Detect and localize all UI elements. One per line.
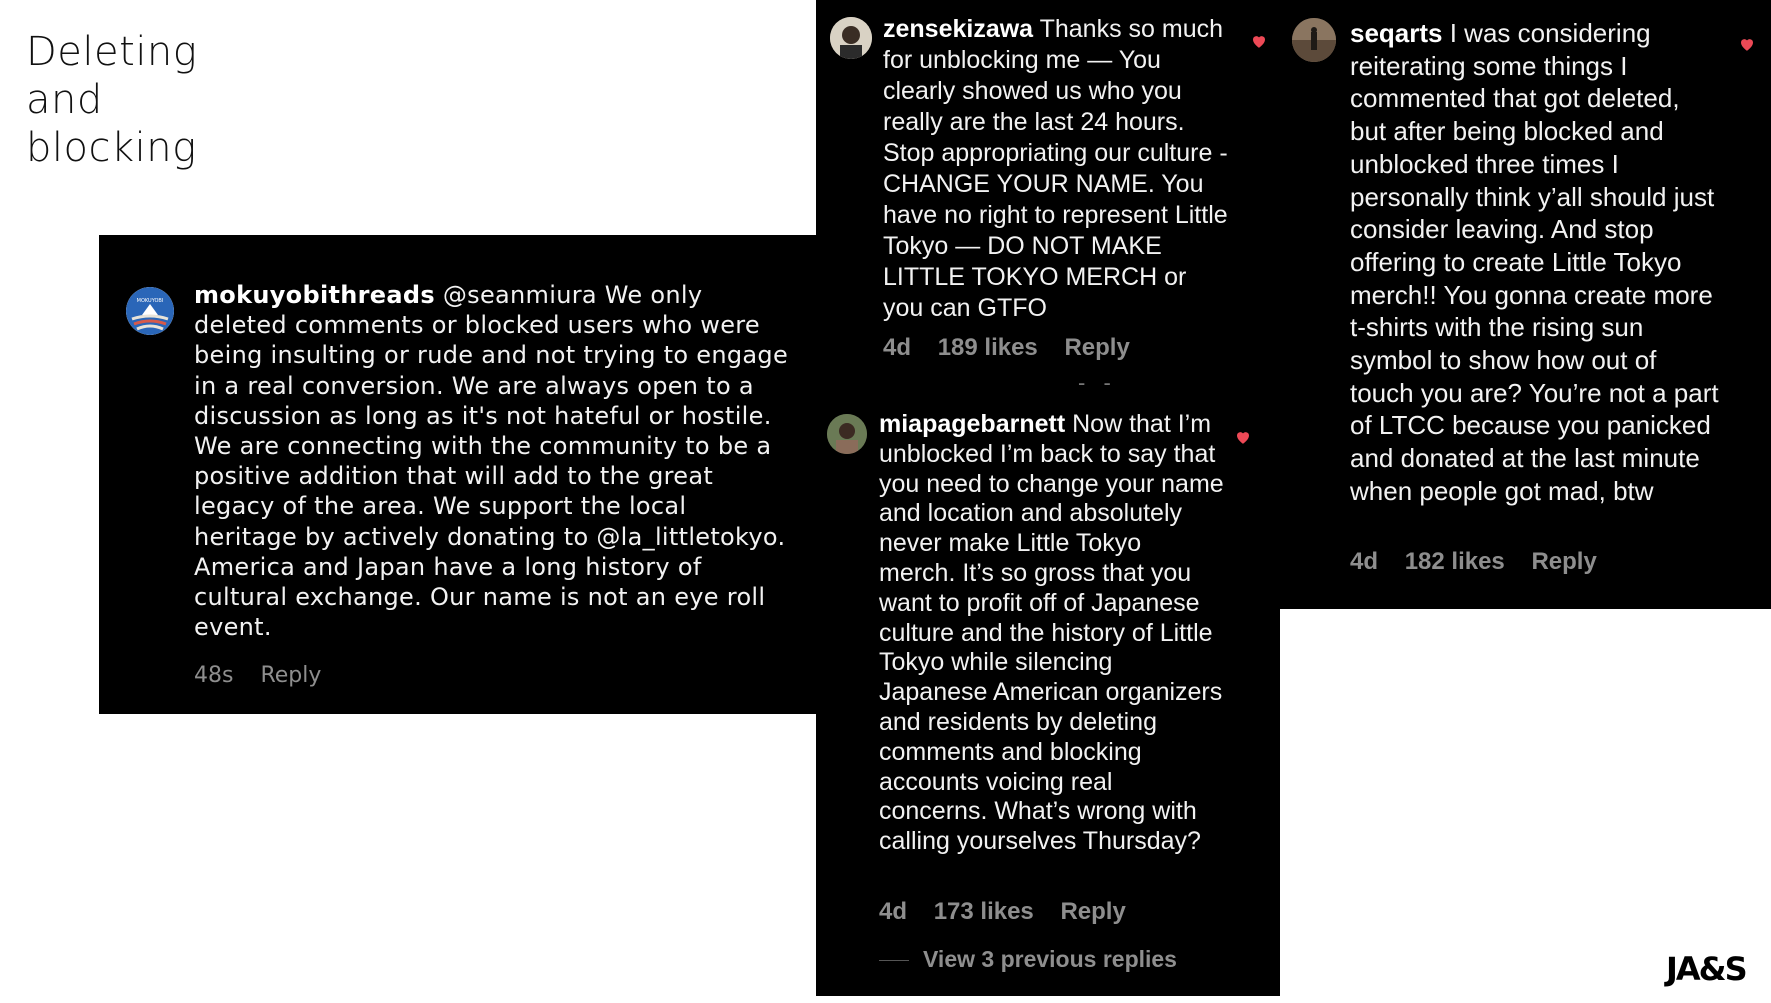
likes-count[interactable]: 173 likes — [934, 898, 1034, 925]
slide-title-line: and — [26, 77, 103, 123]
reply-button[interactable]: Reply — [1064, 334, 1129, 361]
avatar[interactable]: MOKUYOBI — [126, 287, 174, 335]
comment-meta: 48s Reply — [194, 663, 341, 688]
divider-line — [879, 960, 909, 962]
comment-time: 4d — [883, 334, 912, 361]
separator-dots: - - — [1078, 370, 1117, 395]
comment-username[interactable]: seqarts — [1350, 18, 1443, 48]
avatar-photo-icon — [827, 414, 867, 454]
comment-body: miapagebarnett Now that I’m unblocked I’… — [879, 410, 1224, 857]
comment-text: @seanmiura We only deleted comments or b… — [194, 281, 789, 642]
comment-username[interactable]: mokuyobithreads — [194, 281, 435, 309]
likes-count[interactable]: 189 likes — [938, 334, 1038, 361]
heart-icon[interactable] — [1250, 32, 1268, 50]
view-previous-replies-button[interactable]: View 3 previous replies — [879, 946, 1177, 973]
heart-icon[interactable] — [1234, 428, 1252, 446]
heart-icon[interactable] — [1738, 35, 1756, 53]
comment-text: Now that I’m unblocked I’m back to say t… — [879, 410, 1224, 856]
comment-time: 48s — [194, 663, 234, 688]
avatar[interactable] — [827, 414, 867, 454]
comment-body: seqarts I was considering reiterating so… — [1350, 17, 1720, 508]
comment-meta: 4d 173 likes Reply — [879, 898, 1146, 926]
avatar-photo-icon — [830, 17, 872, 59]
reply-button[interactable]: Reply — [1060, 898, 1125, 925]
svg-text:MOKUYOBI: MOKUYOBI — [137, 298, 164, 304]
reply-button[interactable]: Reply — [1531, 548, 1596, 575]
slide-title-line: Deleting — [26, 29, 198, 75]
comment-username[interactable]: zensekizawa — [883, 15, 1033, 43]
avatar[interactable] — [1292, 18, 1336, 62]
comment-meta: 4d 182 likes Reply — [1350, 548, 1617, 576]
comment-text: Thanks so much for unblocking me — You c… — [883, 15, 1228, 322]
comment-meta: 4d 189 likes Reply — [883, 334, 1150, 362]
comment-time: 4d — [879, 898, 908, 925]
comment-panel-middle: zensekizawa Thanks so much for unblockin… — [816, 0, 1280, 996]
slide-title-line: blocking — [26, 125, 197, 171]
mokuyobi-logo-icon: MOKUYOBI — [126, 287, 174, 335]
comment-body: mokuyobithreads @seanmiura We only delet… — [194, 280, 794, 642]
avatar[interactable] — [830, 17, 872, 59]
view-previous-label: View 3 previous replies — [923, 946, 1177, 972]
comment-panel-mokuyobi: MOKUYOBI mokuyobithreads @seanmiura We o… — [99, 235, 817, 714]
slide-title: Deleting and blocking — [26, 28, 226, 172]
comment-text: I was considering reiterating some thing… — [1350, 18, 1719, 506]
jas-logo: JA&S — [1666, 950, 1748, 988]
comment-body: zensekizawa Thanks so much for unblockin… — [883, 14, 1228, 324]
reply-button[interactable]: Reply — [260, 663, 321, 688]
likes-count[interactable]: 182 likes — [1405, 548, 1505, 575]
comment-time: 4d — [1350, 548, 1379, 575]
avatar-photo-icon — [1292, 18, 1336, 62]
comment-panel-seqarts: seqarts I was considering reiterating so… — [1279, 0, 1771, 609]
comment-username[interactable]: miapagebarnett — [879, 410, 1065, 438]
